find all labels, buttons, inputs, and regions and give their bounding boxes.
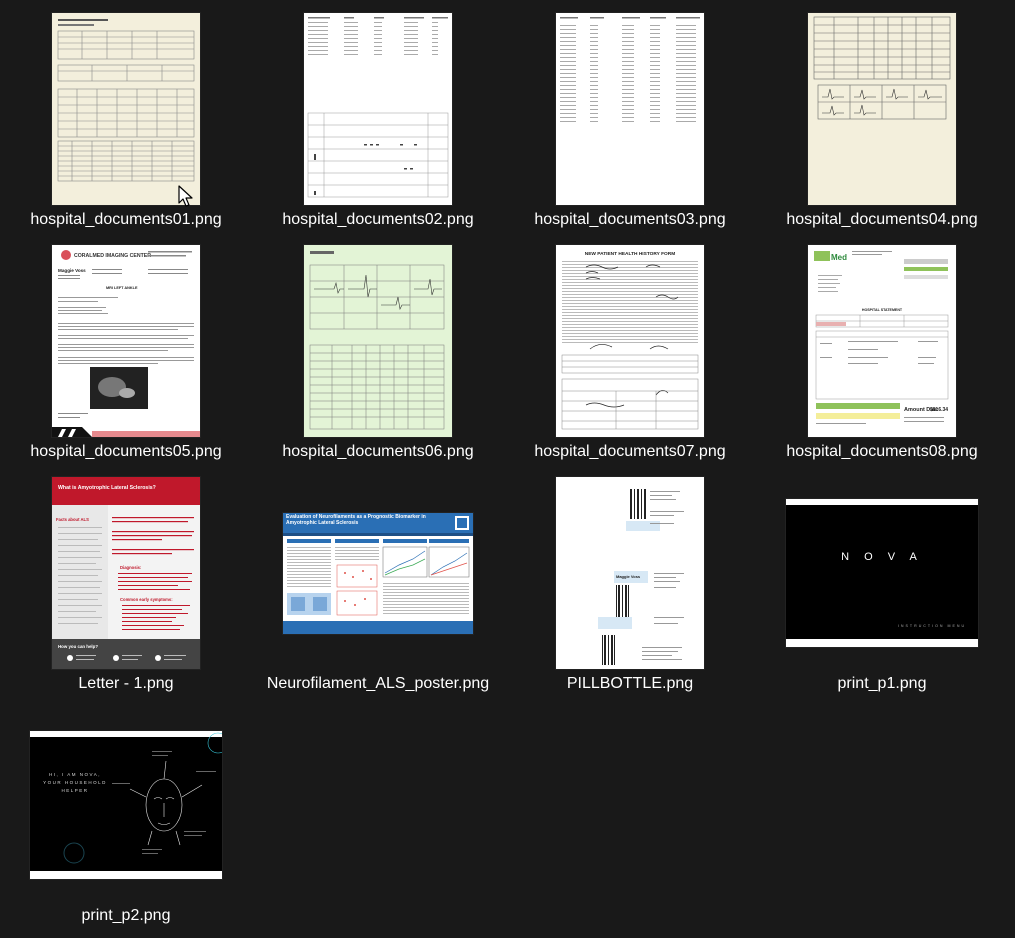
file-item-hospital-documents05[interactable]: CORALMED IMAGING CENTER Maggie Voss MRI … [0,242,252,474]
nova-menu-label: INSTRUCTION MENU [898,624,966,628]
file-name-label: hospital_documents02.png [282,211,474,228]
report-heading: MRI LEFT ANKLE [106,286,138,290]
amount-due-value: $816.34 [930,407,948,413]
file-item-print-p2[interactable]: HI, I AM NOVA, YOUR HOUSEHOLD HELPER pri… [0,706,252,938]
file-item-print-p1[interactable]: N O V A INSTRUCTION MENU print_p1.png [756,474,1008,706]
file-item-hospital-documents03[interactable]: hospital_documents03.png [504,10,756,242]
thumbnail-image: Evaluation of Neurofilaments as a Progno… [283,512,473,634]
nova-title: N O V A [841,551,923,563]
file-name-label: hospital_documents05.png [30,443,222,460]
file-name-label: hospital_documents06.png [282,443,474,460]
pill-patient-name: Maggie Voss [616,574,641,579]
als-diagnosis: Diagnosis: [120,565,141,570]
file-name-label: hospital_documents03.png [534,211,726,228]
thumbnail-image: Maggie Voss [556,477,704,669]
file-item-letter-1[interactable]: What is Amyotrophic Lateral Sclerosis? F… [0,474,252,706]
svg-text:Med: Med [831,253,847,262]
file-name-label: print_p1.png [837,675,927,692]
patient-name: Maggie Voss [58,268,86,273]
file-name-label: hospital_documents04.png [786,211,978,228]
file-name-label: hospital_documents01.png [30,211,222,228]
file-item-hospital-documents01[interactable]: hospital_documents01.png [0,10,252,242]
als-facts: Facts about ALS [56,517,89,522]
als-symptoms: Common early symptoms: [120,597,173,602]
file-name-label: hospital_documents07.png [534,443,726,460]
als-help: How you can help? [58,644,98,649]
clinic-name: CORALMED IMAGING CENTER [74,253,151,259]
file-item-hospital-documents07[interactable]: NEW PATIENT HEALTH HISTORY FORM hospital… [504,242,756,474]
thumbnail-image [304,245,452,437]
thumbnail-image: CORALMED IMAGING CENTER Maggie Voss MRI … [52,245,200,437]
mouse-pointer-icon [178,185,194,209]
statement-title: HOSPITAL STATEMENT [862,308,903,312]
file-item-hospital-documents02[interactable]: hospital_documents02.png [252,10,504,242]
thumbnail-image: Med HOSPITAL STATEMENT Amount Due: $816.… [808,245,956,437]
file-name-label: Neurofilament_ALS_poster.png [266,675,490,692]
file-item-hospital-documents06[interactable]: hospital_documents06.png [252,242,504,474]
file-name-label: PILLBOTTLE.png [566,675,694,692]
thumbnail-image [52,13,200,205]
poster-title: Evaluation of Neurofilaments as a Progno… [286,513,426,526]
thumbnail-image [556,13,704,205]
file-name-label: Letter - 1.png [78,675,174,692]
thumbnail-image: NEW PATIENT HEALTH HISTORY FORM [556,245,704,437]
thumbnail-image: What is Amyotrophic Lateral Sclerosis? F… [52,477,200,669]
file-item-hospital-documents08[interactable]: Med HOSPITAL STATEMENT Amount Due: $816.… [756,242,1008,474]
form-title: NEW PATIENT HEALTH HISTORY FORM [585,251,676,257]
thumbnail-image: N O V A INSTRUCTION MENU [786,499,978,647]
thumbnail-image: HI, I AM NOVA, YOUR HOUSEHOLD HELPER [30,731,222,879]
file-name-label: print_p2.png [81,907,171,924]
thumbnail-image [808,13,956,205]
thumbnail-image [304,13,452,205]
file-item-pillbottle[interactable]: Maggie Voss PILLBOTTLE.png [504,474,756,706]
nova-intro: HI, I AM NOVA, YOUR HOUSEHOLD HELPER [43,772,107,793]
file-item-hospital-documents04[interactable]: hospital_documents04.png [756,10,1008,242]
als-heading: What is Amyotrophic Lateral Sclerosis? [58,485,156,491]
file-item-neurofilament-als-poster[interactable]: Evaluation of Neurofilaments as a Progno… [252,474,504,730]
file-name-label: hospital_documents08.png [786,443,978,460]
